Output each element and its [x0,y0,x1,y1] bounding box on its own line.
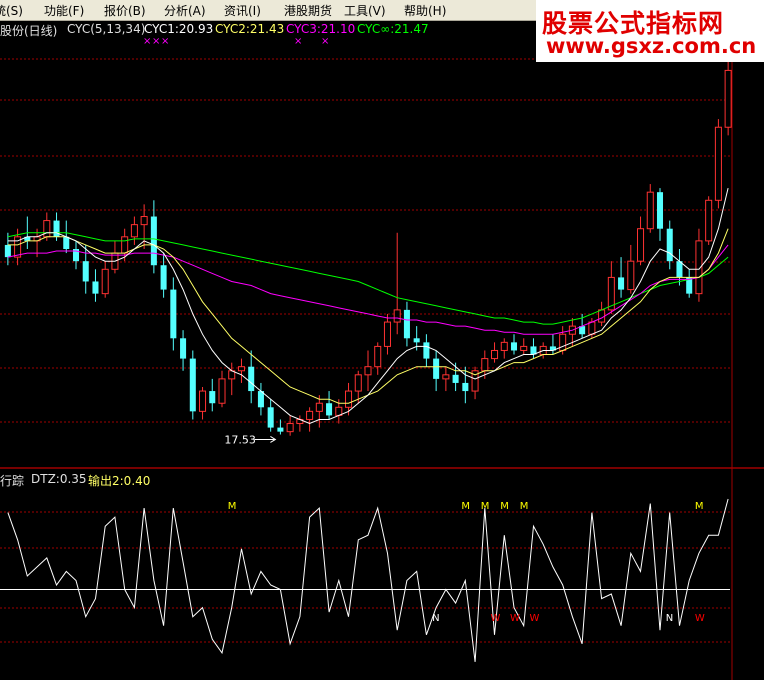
cross-marker: × [294,36,303,47]
candle-body [218,378,226,404]
candle-body [160,265,167,290]
candle-body [423,342,430,359]
kline-chart: 17.53M M M M M MW W W WN N [0,20,764,680]
candle-body [121,236,129,254]
dtz-line [7,498,729,662]
signal-n-label: N [432,613,439,624]
candle-body [209,391,216,404]
dtz-value: DTZ:0.35 [31,472,87,486]
cross-marker: × [143,36,152,47]
candle-body [510,342,518,351]
candle-body [413,338,420,343]
candle-body [442,374,450,380]
candle-body [646,191,654,230]
stock-name: 股份(日线) [0,24,58,38]
candle-body [627,260,635,291]
candle-body [637,228,645,262]
candle-body [598,309,606,323]
candle-body [248,366,255,392]
candle-body [140,216,148,226]
candle-body [383,321,391,347]
signal-m-label: M [461,501,470,512]
low-price-label: 17.53 [224,433,256,446]
sub-indicator-name: 行踪 [0,474,25,488]
candle-body [520,345,528,351]
candle-body [101,268,109,295]
candle-body [364,366,372,376]
candle-body [354,374,362,392]
candle-body [82,261,89,282]
signal-m-label: M [481,501,490,512]
candle-body [267,407,274,428]
candle-body [588,321,596,335]
cross-marker: × [321,36,330,47]
indicator-name: CYC(5,13,34) [67,22,146,36]
candle-body [452,374,459,383]
candle-body [92,281,99,294]
signal-w-label: W [529,613,539,624]
signal-w-label: W [695,613,705,624]
signal-w-label: W [510,613,520,624]
candle-body [714,126,722,201]
cyc2-value: CYC2:21.43 [215,22,285,36]
candle-body [393,309,401,323]
cyc1-value: CYC1:20.93 [144,22,214,36]
candle-body [189,358,196,412]
candle-body [237,366,245,372]
cross-marker: × [161,36,170,47]
signal-m-label: M [228,501,237,512]
candle-body [150,216,157,266]
candle-body [491,349,499,360]
candle-body [277,427,284,432]
candle-body [63,236,70,249]
output2-value: 输出2:0.40 [88,474,151,488]
candle-body [306,410,314,420]
signal-m-label: M [695,501,704,512]
candle-body [656,192,664,229]
candle-body [676,261,683,278]
candle-body [500,341,508,351]
candle-body [199,390,207,412]
candle-body [374,345,382,368]
candle-body [462,382,469,392]
candle-body [345,390,353,408]
watermark-url: www.gsxz.com.cn [546,34,757,58]
watermark-logo: 股票公式指标网 www.gsxz.com.cn [536,0,764,62]
candle-body [315,402,323,412]
cyc3-value: CYC3:21.10 [286,22,356,36]
candle-body [724,69,732,128]
candle-body [433,358,440,379]
candle-body [180,338,187,359]
candle-body [286,423,294,433]
candle-body [666,228,673,262]
candle-body [43,220,51,238]
candle-body [618,277,625,290]
candle-body [170,289,177,339]
signal-m-label: M [500,501,509,512]
signal-n-label: N [666,613,673,624]
candle-body [130,224,138,238]
candle-body [403,309,410,339]
signal-w-label: W [491,613,501,624]
candle-body [481,358,489,372]
cycinf-value: CYC∞:21.47 [357,22,429,36]
signal-m-label: M [520,501,529,512]
candle-body [326,403,333,416]
candle-body [4,244,11,258]
cross-marker: × [152,36,161,47]
candle-body [559,333,567,351]
candle-body [53,220,60,237]
candle-body [705,199,713,242]
